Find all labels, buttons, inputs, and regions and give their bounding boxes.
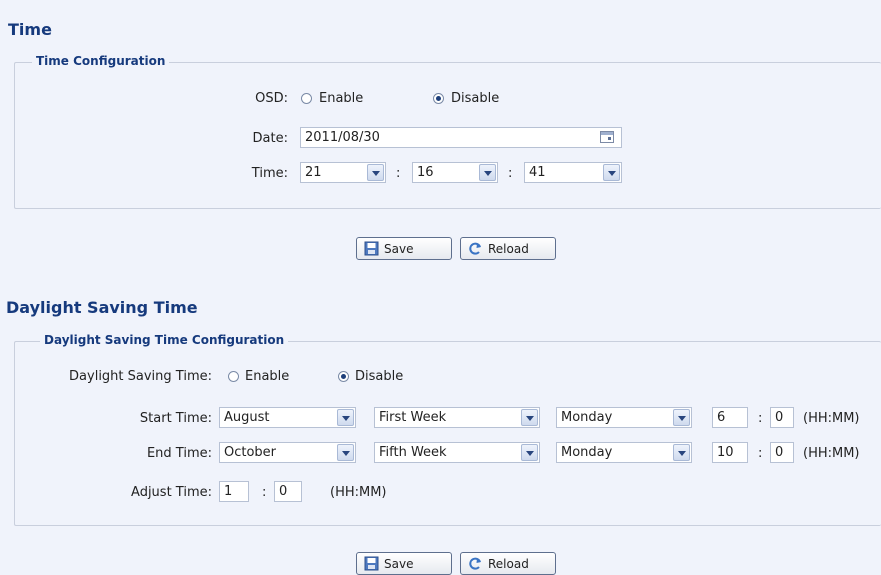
chevron-down-icon[interactable] xyxy=(603,164,620,181)
hour-value: 21 xyxy=(305,165,322,180)
reload-icon xyxy=(468,241,483,256)
adjust-time-label: Adjust Time: xyxy=(131,485,212,500)
start-day-select[interactable]: Monday xyxy=(556,407,692,428)
time-colon: : xyxy=(508,166,513,181)
start-week-select[interactable]: First Week xyxy=(374,407,540,428)
adjust-hour-input[interactable]: 1 xyxy=(219,481,249,502)
start-hhmm-label: (HH:MM) xyxy=(803,411,860,426)
start-day-value: Monday xyxy=(561,410,613,425)
start-month-value: August xyxy=(224,410,270,425)
end-hour-value: 10 xyxy=(717,445,734,460)
time-reload-button[interactable]: Reload xyxy=(460,237,556,260)
start-hour-input[interactable]: 6 xyxy=(712,407,748,428)
dst-label: Daylight Saving Time: xyxy=(69,369,212,384)
minute-select[interactable]: 16 xyxy=(412,162,498,183)
second-select[interactable]: 41 xyxy=(524,162,622,183)
osd-enable-label: Enable xyxy=(319,91,364,106)
save-label: Save xyxy=(384,556,414,571)
dst-disable-label: Disable xyxy=(355,369,404,384)
chevron-down-icon[interactable] xyxy=(337,444,354,461)
end-minute-value: 0 xyxy=(775,445,784,460)
osd-disable-label: Disable xyxy=(451,91,500,106)
dst-save-button[interactable]: Save xyxy=(356,552,452,575)
time-save-button[interactable]: Save xyxy=(356,237,452,260)
start-minute-input[interactable]: 0 xyxy=(770,407,794,428)
end-colon: : xyxy=(758,446,763,461)
reload-label: Reload xyxy=(488,241,529,256)
start-week-value: First Week xyxy=(379,410,447,425)
chevron-down-icon[interactable] xyxy=(673,409,690,426)
dst-configuration-legend: Daylight Saving Time Configuration xyxy=(40,333,289,347)
hour-select[interactable]: 21 xyxy=(300,162,386,183)
adjust-colon: : xyxy=(262,485,267,500)
dst-enable-label: Enable xyxy=(245,369,290,384)
start-minute-value: 0 xyxy=(775,410,784,425)
start-time-label: Start Time: xyxy=(139,411,212,426)
dst-disable-radio[interactable] xyxy=(338,371,349,382)
osd-disable-radio[interactable] xyxy=(433,93,444,104)
start-month-select[interactable]: August xyxy=(219,407,356,428)
calendar-icon[interactable] xyxy=(600,131,614,143)
date-value: 2011/08/30 xyxy=(305,130,380,145)
date-field[interactable]: 2011/08/30 xyxy=(300,127,622,148)
start-colon: : xyxy=(758,411,763,426)
reload-label: Reload xyxy=(488,556,529,571)
time-section-title: Time xyxy=(8,20,52,39)
adjust-minute-value: 0 xyxy=(279,484,288,499)
end-hour-input[interactable]: 10 xyxy=(712,442,748,463)
second-value: 41 xyxy=(529,165,546,180)
end-month-value: October xyxy=(224,445,277,460)
chevron-down-icon[interactable] xyxy=(673,444,690,461)
end-minute-input[interactable]: 0 xyxy=(770,442,794,463)
time-colon: : xyxy=(396,166,401,181)
end-day-select[interactable]: Monday xyxy=(556,442,692,463)
chevron-down-icon[interactable] xyxy=(521,444,538,461)
dst-section-title: Daylight Saving Time xyxy=(6,298,198,317)
osd-enable-radio[interactable] xyxy=(301,93,312,104)
osd-label: OSD: xyxy=(255,91,288,106)
dst-reload-button[interactable]: Reload xyxy=(460,552,556,575)
adjust-minute-input[interactable]: 0 xyxy=(274,481,302,502)
date-label: Date: xyxy=(252,131,288,146)
minute-value: 16 xyxy=(417,165,434,180)
adjust-hour-value: 1 xyxy=(224,484,233,499)
chevron-down-icon[interactable] xyxy=(479,164,496,181)
dst-enable-radio[interactable] xyxy=(228,371,239,382)
end-day-value: Monday xyxy=(561,445,613,460)
end-hhmm-label: (HH:MM) xyxy=(803,446,860,461)
adjust-hhmm-label: (HH:MM) xyxy=(330,485,387,500)
reload-icon xyxy=(468,556,483,571)
save-label: Save xyxy=(384,241,414,256)
chevron-down-icon[interactable] xyxy=(337,409,354,426)
end-month-select[interactable]: October xyxy=(219,442,356,463)
start-hour-value: 6 xyxy=(717,410,726,425)
time-label: Time: xyxy=(251,166,288,181)
chevron-down-icon[interactable] xyxy=(367,164,384,181)
time-configuration-legend: Time Configuration xyxy=(32,54,170,68)
chevron-down-icon[interactable] xyxy=(521,409,538,426)
save-icon xyxy=(364,241,379,256)
end-time-label: End Time: xyxy=(146,446,212,461)
save-icon xyxy=(364,556,379,571)
end-week-value: Fifth Week xyxy=(379,445,447,460)
end-week-select[interactable]: Fifth Week xyxy=(374,442,540,463)
